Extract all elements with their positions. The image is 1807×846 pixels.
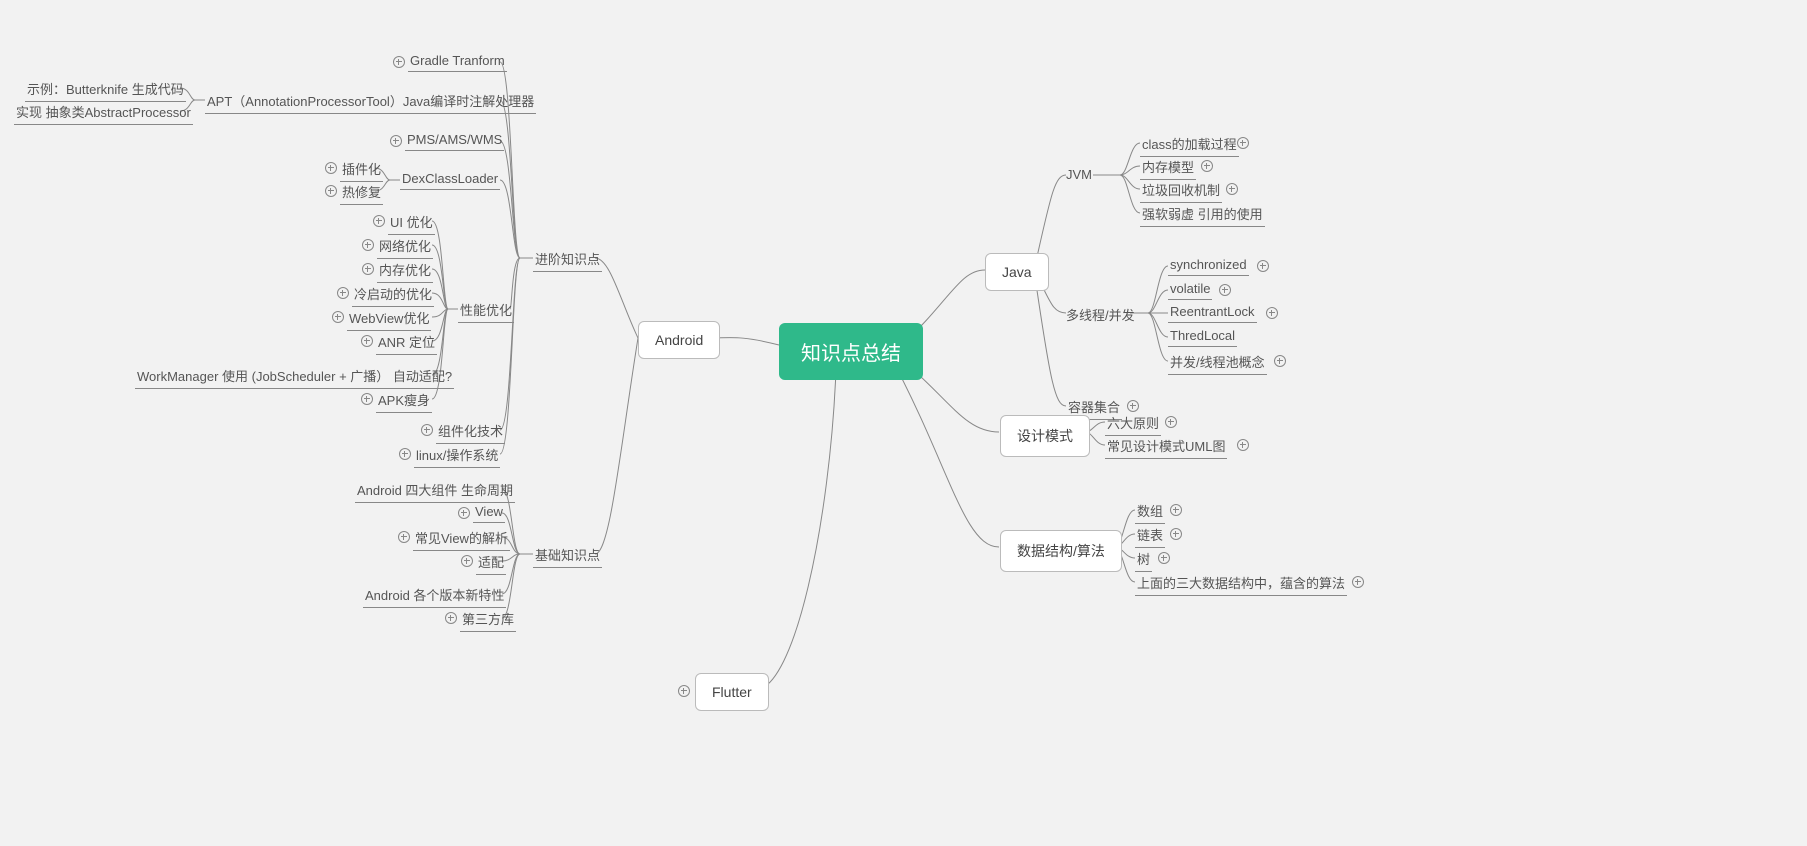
node-apt-bk[interactable]: 示例：Butterknife 生成代码 (25, 77, 186, 102)
node-algo[interactable]: 上面的三大数据结构中，蕴含的算法 (1135, 571, 1347, 596)
expand-icon[interactable] (421, 424, 433, 436)
expand-icon[interactable] (332, 311, 344, 323)
node-gradle[interactable]: Gradle Tranform (408, 51, 507, 72)
node-jvm-gc[interactable]: 垃圾回收机制 (1140, 178, 1222, 203)
node-3rd[interactable]: 第三方库 (460, 607, 516, 632)
expand-icon[interactable] (1226, 183, 1238, 195)
node-apt[interactable]: APT（AnnotationProcessorTool）Java编译时注解处理器 (205, 89, 536, 114)
node-perf[interactable]: 性能优化 (458, 298, 514, 323)
node-adapt[interactable]: 适配 (476, 550, 506, 575)
expand-icon[interactable] (325, 185, 337, 197)
node-java[interactable]: Java (985, 253, 1049, 291)
expand-icon[interactable] (325, 162, 337, 174)
node-design[interactable]: 设计模式 (1000, 415, 1090, 457)
root-node[interactable]: 知识点总结 (779, 323, 923, 380)
expand-icon[interactable] (461, 555, 473, 567)
expand-icon[interactable] (458, 507, 470, 519)
node-mem[interactable]: 内存优化 (377, 258, 433, 283)
node-concurrency[interactable]: 多线程/并发 (1066, 305, 1135, 324)
expand-icon[interactable] (337, 287, 349, 299)
node-volatile[interactable]: volatile (1168, 279, 1212, 300)
expand-icon[interactable] (1170, 528, 1182, 540)
node-versions[interactable]: Android 各个版本新特性 (363, 583, 506, 608)
node-pms[interactable]: PMS/AMS/WMS (405, 130, 504, 151)
expand-icon[interactable] (1237, 137, 1249, 149)
node-flutter[interactable]: Flutter (695, 673, 769, 711)
node-view[interactable]: View (473, 502, 505, 523)
node-tree[interactable]: 树 (1135, 547, 1152, 572)
node-wm[interactable]: WorkManager 使用 (JobScheduler + 广播） 自动适配? (135, 364, 454, 389)
node-jvm-ref[interactable]: 强软弱虚 引用的使用 (1140, 202, 1265, 227)
expand-icon[interactable] (1170, 504, 1182, 516)
node-apk[interactable]: APK瘦身 (376, 388, 432, 413)
expand-icon[interactable] (361, 335, 373, 347)
node-linkedlist[interactable]: 链表 (1135, 523, 1165, 548)
expand-icon[interactable] (1165, 416, 1177, 428)
node-sync[interactable]: synchronized (1168, 255, 1249, 276)
node-reentrant[interactable]: ReentrantLock (1168, 302, 1257, 323)
node-threadlocal[interactable]: ThredLocal (1168, 326, 1237, 347)
mindmap-canvas: 知识点总结 Java JVM class的加载过程 内存模型 垃圾回收机制 强软… (0, 0, 1807, 846)
node-ui[interactable]: UI 优化 (388, 210, 435, 235)
node-apt-abs[interactable]: 实现 抽象类AbstractProcessor (14, 100, 193, 125)
expand-icon[interactable] (1237, 439, 1249, 451)
node-anr[interactable]: ANR 定位 (376, 330, 437, 355)
expand-icon[interactable] (1266, 307, 1278, 319)
node-android[interactable]: Android (638, 321, 720, 359)
node-basic[interactable]: 基础知识点 (533, 543, 602, 568)
expand-icon[interactable] (399, 448, 411, 460)
node-plugin[interactable]: 插件化 (340, 157, 383, 182)
node-jvm-class[interactable]: class的加载过程 (1140, 132, 1239, 157)
node-ds[interactable]: 数据结构/算法 (1000, 530, 1122, 572)
connectors (0, 0, 1807, 846)
expand-icon[interactable] (373, 215, 385, 227)
expand-icon[interactable] (1219, 284, 1231, 296)
node-cold[interactable]: 冷启动的优化 (352, 282, 434, 307)
node-viewparse[interactable]: 常见View的解析 (413, 526, 510, 551)
node-linux[interactable]: linux/操作系统 (414, 443, 500, 468)
expand-icon[interactable] (1352, 576, 1364, 588)
node-six[interactable]: 六大原则 (1105, 411, 1161, 436)
node-array[interactable]: 数组 (1135, 499, 1165, 524)
node-net[interactable]: 网络优化 (377, 234, 433, 259)
node-dex[interactable]: DexClassLoader (400, 169, 500, 190)
node-uml[interactable]: 常见设计模式UML图 (1105, 434, 1227, 459)
expand-icon[interactable] (1274, 355, 1286, 367)
expand-icon[interactable] (678, 685, 690, 697)
node-advanced[interactable]: 进阶知识点 (533, 247, 602, 272)
expand-icon[interactable] (445, 612, 457, 624)
node-jvm[interactable]: JVM (1066, 167, 1092, 182)
node-component[interactable]: 组件化技术 (436, 419, 505, 444)
node-pool[interactable]: 并发/线程池概念 (1168, 350, 1267, 375)
node-jvm-mem[interactable]: 内存模型 (1140, 155, 1196, 180)
expand-icon[interactable] (1158, 552, 1170, 564)
expand-icon[interactable] (362, 239, 374, 251)
expand-icon[interactable] (393, 56, 405, 68)
expand-icon[interactable] (362, 263, 374, 275)
node-hotfix[interactable]: 热修复 (340, 180, 383, 205)
expand-icon[interactable] (390, 135, 402, 147)
expand-icon[interactable] (1201, 160, 1213, 172)
expand-icon[interactable] (361, 393, 373, 405)
node-webview[interactable]: WebView优化 (347, 306, 431, 331)
expand-icon[interactable] (398, 531, 410, 543)
expand-icon[interactable] (1257, 260, 1269, 272)
node-4comp[interactable]: Android 四大组件 生命周期 (355, 478, 515, 503)
